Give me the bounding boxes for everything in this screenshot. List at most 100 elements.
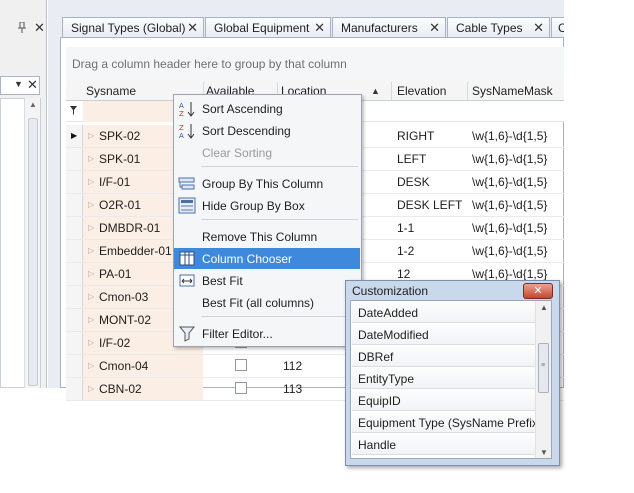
menu-item-best-fit-all[interactable]: Best Fit (all columns): [174, 292, 360, 313]
tab-close-icon[interactable]: ✕: [187, 20, 198, 36]
cell-sysname[interactable]: SPK-01: [99, 152, 140, 166]
hidden-column-item[interactable]: DBRef: [352, 346, 535, 367]
cell-sysname[interactable]: Embedder-01: [99, 244, 172, 258]
expand-icon[interactable]: ▷: [88, 384, 94, 393]
cell-sysname[interactable]: I/F-01: [99, 175, 130, 189]
column-divider[interactable]: [391, 82, 392, 100]
tab-cable-types[interactable]: Cable Types ✕: [447, 17, 550, 38]
expand-icon[interactable]: ▷: [88, 361, 94, 370]
tab-close-icon[interactable]: ✕: [533, 20, 544, 36]
cell-sysname[interactable]: PA-01: [99, 267, 131, 281]
row-indicator[interactable]: [66, 332, 83, 354]
pin-icon[interactable]: [17, 21, 27, 36]
cell-sysnamemask[interactable]: \w{1,6}-\d{1,5}: [472, 129, 547, 143]
chevron-down-icon[interactable]: ▼: [14, 79, 23, 89]
row-indicator[interactable]: [66, 194, 83, 216]
hidden-column-item[interactable]: Handle: [352, 434, 535, 455]
column-header-elevation[interactable]: Elevation: [397, 84, 446, 98]
customization-close-button[interactable]: ✕: [523, 283, 553, 299]
cell-location[interactable]: 113: [283, 382, 302, 396]
panel-scrollbar[interactable]: ▲: [24, 98, 40, 388]
menu-item-group-by[interactable]: Group By This Column: [174, 173, 360, 194]
column-header-sysname[interactable]: Sysname: [86, 84, 136, 98]
row-indicator[interactable]: [66, 286, 83, 308]
menu-item-hide-group-box[interactable]: Hide Group By Box: [174, 195, 360, 216]
menu-item-filter-editor[interactable]: Filter Editor...: [174, 323, 360, 344]
row-indicator[interactable]: ▶: [66, 125, 83, 147]
expand-icon[interactable]: ▷: [88, 315, 94, 324]
expand-icon[interactable]: ▷: [88, 246, 94, 255]
column-header-sysnamemask[interactable]: SysNameMask: [472, 84, 553, 98]
expand-icon[interactable]: ▷: [88, 223, 94, 232]
row-indicator[interactable]: [66, 309, 83, 331]
cell-elevation[interactable]: LEFT: [397, 152, 426, 166]
panel-close-icon[interactable]: ✕: [34, 20, 45, 36]
scroll-up-icon[interactable]: ▲: [540, 303, 548, 312]
tab-label: Signal Types (Global): [71, 21, 186, 35]
hidden-column-item[interactable]: Equipment Type (SysName Prefix): [352, 412, 535, 433]
cell-sysname[interactable]: Cmon-03: [99, 290, 148, 304]
cell-sysnamemask[interactable]: \w{1,6}-\d{1,5}: [472, 221, 547, 235]
row-indicator[interactable]: [66, 148, 83, 170]
row-indicator[interactable]: [66, 263, 83, 285]
tab-signal-types[interactable]: Signal Types (Global) ✕: [62, 17, 204, 38]
cell-sysnamemask[interactable]: \w{1,6}-\d{1,5}: [472, 175, 547, 189]
menu-item-remove-column[interactable]: Remove This Column: [174, 226, 360, 247]
cell-sysnamemask[interactable]: \w{1,6}-\d{1,5}: [472, 244, 547, 258]
row-indicator[interactable]: [66, 171, 83, 193]
column-divider[interactable]: [467, 82, 468, 100]
menu-item-sort-descending[interactable]: ZA Sort Descending: [174, 120, 360, 141]
customization-title: Customization: [352, 284, 429, 298]
expand-icon[interactable]: ▷: [88, 200, 94, 209]
cell-elevation[interactable]: DESK LEFT: [397, 198, 462, 212]
row-indicator[interactable]: [66, 378, 83, 400]
tab-close-icon[interactable]: ✕: [429, 20, 440, 36]
tab-manufacturers[interactable]: Manufacturers ✕: [332, 17, 446, 38]
cell-sysname[interactable]: SPK-02: [99, 129, 140, 143]
menu-item-column-chooser[interactable]: Column Chooser: [174, 248, 360, 269]
customization-scrollbar[interactable]: ▲ ≡ ▼: [535, 301, 551, 458]
cell-sysname[interactable]: MONT-02: [99, 313, 151, 327]
hidden-column-item[interactable]: EquipID: [352, 390, 535, 411]
menu-item-best-fit[interactable]: Best Fit: [174, 270, 360, 291]
hidden-column-item[interactable]: DateAdded: [352, 302, 535, 323]
hidden-column-item[interactable]: EntityType: [352, 368, 535, 389]
menu-item-label: Best Fit (all columns): [202, 296, 315, 310]
cell-elevation[interactable]: DESK: [397, 175, 430, 189]
row-indicator[interactable]: [66, 240, 83, 262]
expand-icon[interactable]: ▷: [88, 131, 94, 140]
expand-icon[interactable]: ▷: [88, 269, 94, 278]
cell-sysname[interactable]: DMBDR-01: [99, 221, 160, 235]
available-checkbox[interactable]: [235, 359, 247, 371]
available-checkbox[interactable]: [235, 382, 247, 394]
cell-location[interactable]: 112: [283, 359, 302, 373]
tab-overflow[interactable]: C: [551, 17, 564, 38]
cell-sysname[interactable]: Cmon-04: [99, 359, 148, 373]
cell-sysnamemask[interactable]: \w{1,6}-\d{1,5}: [472, 267, 547, 281]
cell-sysnamemask[interactable]: \w{1,6}-\d{1,5}: [472, 152, 547, 166]
combo-clear-icon[interactable]: ✕: [27, 77, 38, 93]
cell-elevation[interactable]: RIGHT: [397, 129, 434, 143]
row-indicator[interactable]: [66, 355, 83, 377]
expand-icon[interactable]: ▷: [88, 177, 94, 186]
menu-item-clear-sorting[interactable]: Clear Sorting: [174, 142, 360, 163]
menu-item-sort-ascending[interactable]: AZ Sort Ascending: [174, 98, 360, 119]
cell-elevation[interactable]: 1-2: [397, 244, 414, 258]
cell-elevation[interactable]: 12: [397, 267, 410, 281]
cell-sysname[interactable]: I/F-02: [99, 336, 130, 350]
cell-sysname[interactable]: O2R-01: [99, 198, 141, 212]
scroll-up-icon[interactable]: ▲: [29, 100, 37, 109]
expand-icon[interactable]: ▷: [88, 154, 94, 163]
hidden-column-item[interactable]: DateModified: [352, 324, 535, 345]
tab-global-equipment[interactable]: Global Equipment ✕: [205, 17, 331, 38]
tab-close-icon[interactable]: ✕: [314, 20, 325, 36]
scroll-thumb[interactable]: [28, 118, 38, 386]
cell-sysnamemask[interactable]: \w{1,6}-\d{1,5}: [472, 198, 547, 212]
scroll-thumb[interactable]: ≡: [538, 343, 549, 393]
scroll-down-icon[interactable]: ▼: [540, 448, 548, 457]
row-indicator[interactable]: [66, 217, 83, 239]
cell-elevation[interactable]: 1-1: [397, 221, 414, 235]
cell-sysname[interactable]: CBN-02: [99, 382, 142, 396]
expand-icon[interactable]: ▷: [88, 292, 94, 301]
expand-icon[interactable]: ▷: [88, 338, 94, 347]
